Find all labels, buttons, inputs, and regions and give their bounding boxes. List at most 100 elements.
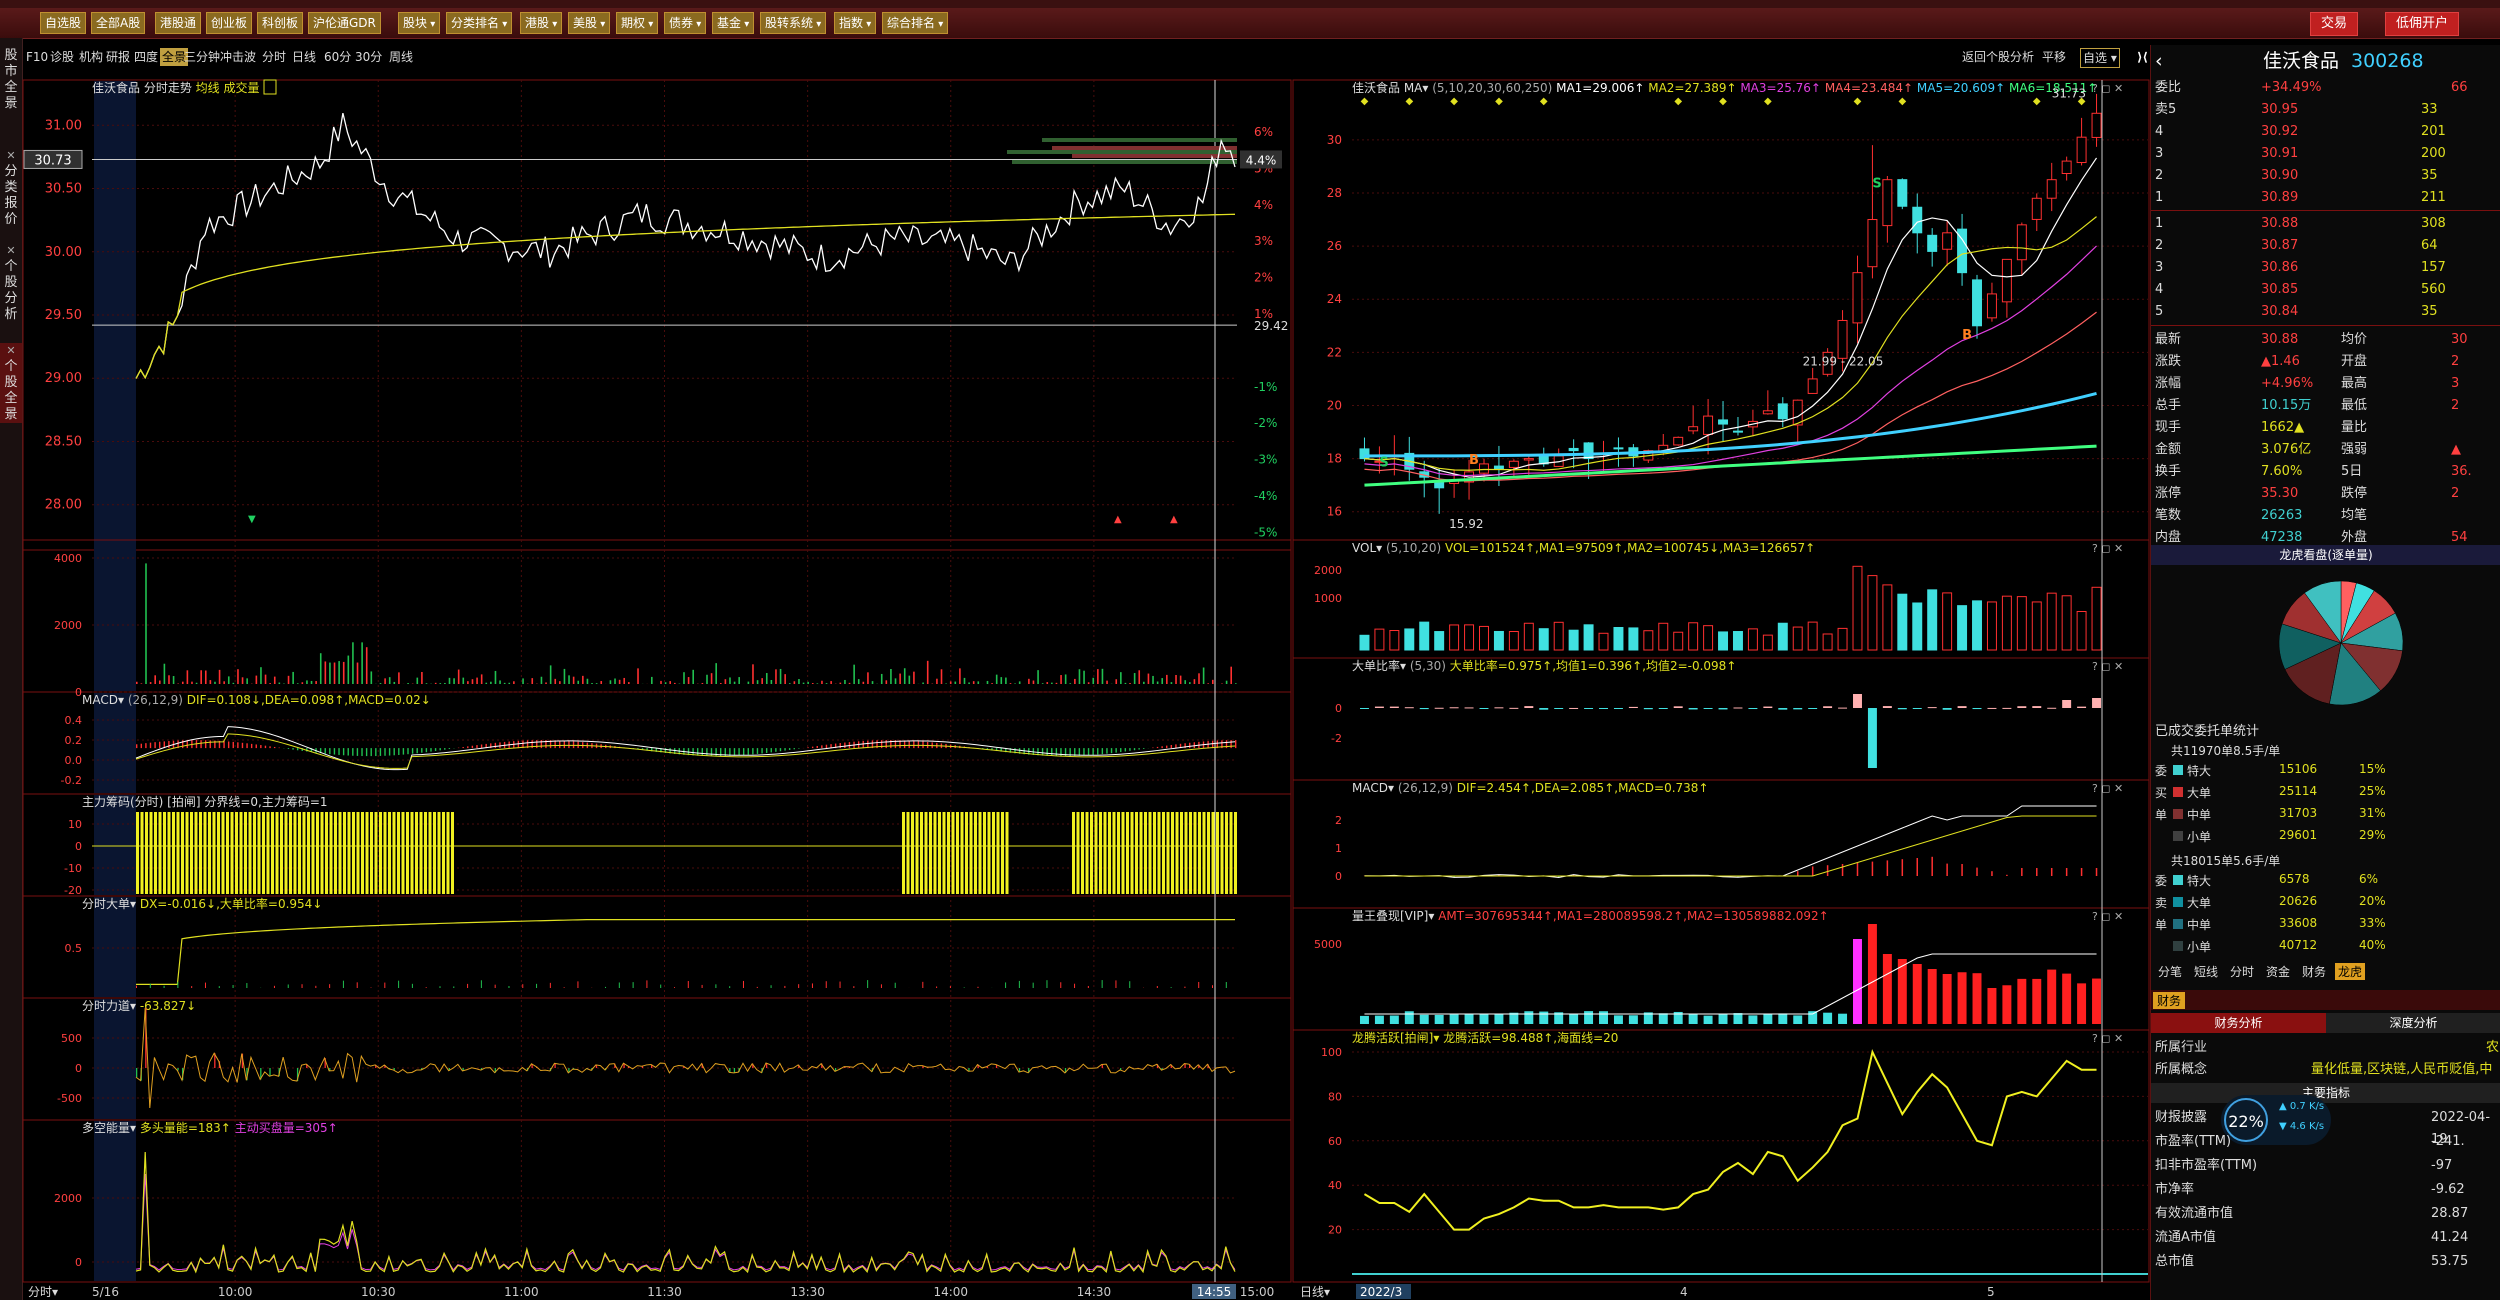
sidebar-tab-1[interactable]: 短线: [2191, 963, 2221, 980]
menu-item-13[interactable]: 股转系统: [760, 12, 827, 34]
menu-item-4[interactable]: 科创板: [257, 12, 304, 34]
daily-amt-bar: [1867, 924, 1877, 1024]
toolbar-item-12[interactable]: 周线: [387, 48, 415, 66]
vol-bar: [324, 661, 327, 684]
menu-item-6[interactable]: 股块: [398, 12, 441, 34]
menu-item-8[interactable]: 港股: [520, 12, 563, 34]
chip-bar: [1094, 812, 1098, 894]
left-tab-3[interactable]: ✕ 个股全景: [0, 343, 22, 423]
macd-bar: [788, 748, 791, 750]
dragon-tick: 20: [1328, 1224, 1342, 1237]
group-header: 共11970单8.5手/单: [2171, 744, 2281, 758]
menu-item-0[interactable]: 自选股: [40, 12, 87, 34]
fin-label: 财报披露: [2155, 1110, 2208, 1125]
daily-footer-label[interactable]: 日线▾: [1300, 1285, 1330, 1299]
toolbar-right-2[interactable]: 自选 ▾: [2080, 48, 2120, 68]
vol-bar: [1175, 674, 1177, 684]
fin-tab[interactable]: 财务: [2153, 992, 2186, 1009]
toolbar-item-10[interactable]: 60分: [322, 48, 353, 66]
menu-item-3[interactable]: 创业板: [206, 12, 253, 34]
fin-subtab-1[interactable]: 深度分析: [2326, 1013, 2500, 1033]
close-icon[interactable]: ✕: [0, 148, 22, 164]
back-arrow-icon[interactable]: ‹: [2155, 48, 2163, 74]
vol-bar: [1147, 673, 1150, 684]
vol-bar: [1032, 680, 1035, 684]
panel-controls-icon[interactable]: ? ◻ ✕: [2092, 660, 2123, 673]
sidebar-tab-0[interactable]: 分笔: [2155, 963, 2185, 980]
toolbar-item-8[interactable]: 分时: [260, 48, 288, 66]
signal-diamond-icon: ◆: [2033, 96, 2041, 107]
group-color-swatch: [2173, 875, 2183, 885]
big-order-bar: [411, 983, 413, 988]
menu-item-2[interactable]: 港股通: [155, 12, 202, 34]
vol-bar: [310, 680, 313, 684]
stat-value: 1662▲: [2261, 420, 2305, 435]
daily-amt-bar: [1479, 1014, 1489, 1024]
intraday-chart[interactable]: 佳沃食品 分时走势 均线 成交量 31.00 30.50 30.00 29.50 29.0…: [22, 70, 1292, 1300]
sidebar-tab-4[interactable]: 财务: [2299, 963, 2329, 980]
menu-item-14[interactable]: 指数: [834, 12, 877, 34]
menu-item-15[interactable]: 综合排名: [882, 12, 949, 34]
daily-kline-chart[interactable]: ? ◻ ✕? ◻ ✕? ◻ ✕? ◻ ✕? ◻ ✕? ◻ ✕佳沃食品 MA▾ (…: [1292, 70, 2150, 1300]
sidebar-tab-5[interactable]: 龙虎: [2335, 963, 2366, 980]
menu-item-9[interactable]: 美股: [568, 12, 611, 34]
menu-item-5[interactable]: 沪伦通GDR: [308, 12, 381, 34]
toolbar-item-6[interactable]: 三分钟: [182, 48, 222, 66]
toolbar-right-0[interactable]: 返回个股分析: [1960, 48, 2036, 66]
toolbar-item-4[interactable]: 四度: [132, 48, 160, 66]
toolbar-item-7[interactable]: 冲击波: [218, 48, 258, 66]
vol-bar: [462, 677, 465, 684]
close-icon[interactable]: ✕: [0, 343, 22, 359]
dropdown-icon[interactable]: [263, 79, 277, 95]
big-order-line: [136, 919, 1235, 985]
sidebar-tab-3[interactable]: 资金: [2263, 963, 2293, 980]
panel-controls-icon[interactable]: ? ◻ ✕: [2092, 782, 2123, 795]
left-tab-0[interactable]: 股市全景: [0, 48, 22, 112]
menu-item-11[interactable]: 债券: [664, 12, 707, 34]
fin-subtab-0[interactable]: 财务分析: [2151, 1013, 2326, 1033]
panel-controls-icon[interactable]: ? ◻ ✕: [2092, 1032, 2123, 1045]
daily-ratio-bar: [2047, 707, 2057, 709]
signal-diamond-icon: ◆: [1898, 96, 1906, 107]
toolbar-item-0[interactable]: F10: [24, 48, 50, 66]
macd-bar: [742, 748, 745, 756]
intraday-footer-label[interactable]: 分时▾: [28, 1285, 58, 1299]
chip-bar: [978, 812, 982, 894]
collapse-arrow-icon[interactable]: ⟩⟨: [2135, 48, 2150, 66]
toolbar-item-11[interactable]: 30分: [353, 48, 384, 66]
dragon-tick: 100: [1321, 1046, 1342, 1059]
vol-bar: [315, 681, 317, 684]
panel-controls-icon[interactable]: ? ◻ ✕: [2092, 542, 2123, 555]
time-axis-label: 11:00: [504, 1285, 539, 1299]
toolbar-item-1[interactable]: 诊股: [48, 48, 76, 66]
daily-ratio-bar: [1419, 708, 1429, 710]
toolbar-item-9[interactable]: 日线: [290, 48, 318, 66]
trade-button[interactable]: 交易: [2310, 12, 2359, 36]
vol-bar: [788, 683, 791, 684]
daily-dif-line: [1364, 805, 2097, 878]
panel-controls-icon[interactable]: ? ◻ ✕: [2092, 910, 2123, 923]
menu-item-12[interactable]: 基金: [712, 12, 755, 34]
daily-vol-bar: [1792, 626, 1803, 651]
menu-item-10[interactable]: 期权: [616, 12, 659, 34]
vol-bar: [683, 672, 685, 684]
chip-bar: [212, 812, 216, 894]
toolbar-item-3[interactable]: 研报: [104, 48, 132, 66]
menu-item-7[interactable]: 分类排名: [446, 12, 513, 34]
toolbar-right-1[interactable]: 平移: [2040, 48, 2068, 66]
menu-item-1[interactable]: 全部A股: [91, 12, 146, 34]
open-account-button[interactable]: 低佣开户: [2385, 12, 2460, 36]
vol-bar: [1014, 683, 1016, 684]
bid-price: 30.88: [2261, 216, 2299, 231]
big-order-bar: [660, 984, 662, 988]
sidebar-tab-2[interactable]: 分时: [2227, 963, 2257, 980]
toolbar-item-2[interactable]: 机构: [77, 48, 105, 66]
left-tab-1[interactable]: ✕ 分类报价: [0, 148, 22, 228]
macd-bar: [158, 741, 161, 749]
vol-bar: [136, 681, 138, 684]
daily-ratio-bar: [1972, 708, 1982, 710]
left-tab-2[interactable]: ✕ 个股分析: [0, 243, 22, 323]
close-icon[interactable]: ✕: [0, 243, 22, 259]
vol-bar: [1138, 670, 1141, 684]
vol-bar: [531, 678, 534, 684]
